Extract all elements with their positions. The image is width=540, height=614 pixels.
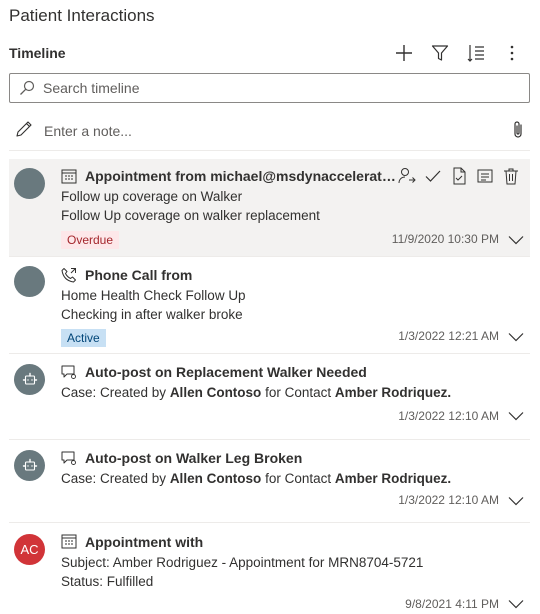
contact-name[interactable]: Amber Rodriquez. xyxy=(335,385,451,400)
item-title[interactable]: Auto-post on Walker Leg Broken xyxy=(85,450,505,466)
item-line: Home Health Check Follow Up xyxy=(61,288,246,303)
save-button[interactable] xyxy=(450,167,468,185)
more-options-icon xyxy=(510,45,514,61)
item-line: Case: Created by Allen Contoso for Conta… xyxy=(61,471,452,486)
assign-icon xyxy=(398,168,416,184)
more-options-button[interactable] xyxy=(501,42,523,64)
delete-icon xyxy=(504,168,518,185)
search-input[interactable] xyxy=(43,78,513,98)
phone-icon xyxy=(61,268,76,283)
avatar xyxy=(14,168,45,199)
search-icon xyxy=(20,80,35,95)
item-date: 9/8/2021 4:11 PM xyxy=(405,597,499,611)
item-line: Case: Created by Allen Contoso for Conta… xyxy=(61,385,452,400)
note-input[interactable] xyxy=(44,121,484,141)
checkmark-icon xyxy=(425,170,441,182)
avatar: AC xyxy=(14,534,45,565)
item-title[interactable]: Appointment from michael@msdynaccelerato… xyxy=(85,168,397,184)
sort-icon xyxy=(467,45,484,62)
open-record-button[interactable] xyxy=(476,167,494,185)
chevron-down-icon[interactable] xyxy=(508,235,524,245)
timeline-item[interactable]: Auto-post on Walker Leg Broken Case: Cre… xyxy=(9,441,530,523)
person-name[interactable]: Allen Contoso xyxy=(170,385,262,400)
note-divider xyxy=(9,150,530,151)
timeline-item[interactable]: AC Appointment with Subject: Amber Rodri… xyxy=(9,524,530,614)
complete-button[interactable] xyxy=(424,167,442,185)
assign-button[interactable] xyxy=(398,167,416,185)
contact-name[interactable]: Amber Rodriquez. xyxy=(335,471,451,486)
page-title: Patient Interactions xyxy=(9,6,155,25)
filter-icon xyxy=(431,45,449,61)
add-icon xyxy=(396,45,412,61)
bot-icon xyxy=(22,458,37,471)
item-line: Status: Fulfilled xyxy=(61,574,154,589)
add-button[interactable] xyxy=(393,42,415,64)
post-icon xyxy=(61,451,76,465)
chevron-down-icon[interactable] xyxy=(508,411,524,421)
chevron-down-icon[interactable] xyxy=(508,599,524,609)
item-line: Subject: Amber Rodriguez - Appointment f… xyxy=(61,555,424,570)
avatar xyxy=(14,266,45,297)
status-badge: Overdue xyxy=(61,231,120,249)
item-title[interactable]: Phone Call from xyxy=(85,267,385,283)
item-line: Follow up coverage on Walker xyxy=(61,189,243,204)
item-title[interactable]: Appointment with xyxy=(85,534,385,550)
sort-button[interactable] xyxy=(465,42,487,64)
bot-icon xyxy=(22,372,37,385)
open-record-icon xyxy=(477,169,493,183)
timeline-item[interactable]: Phone Call from Home Health Check Follow… xyxy=(9,258,530,354)
item-date: 11/9/2020 10:30 PM xyxy=(391,232,499,246)
item-date: 1/3/2022 12:10 AM xyxy=(398,493,499,507)
avatar xyxy=(14,364,45,395)
item-title[interactable]: Auto-post on Replacement Walker Needed xyxy=(85,364,505,380)
status-badge: Active xyxy=(61,329,106,347)
search-box xyxy=(9,73,530,103)
attachment-icon[interactable] xyxy=(510,120,526,140)
avatar xyxy=(14,450,45,481)
timeline-item[interactable]: Auto-post on Replacement Walker Needed C… xyxy=(9,355,530,440)
person-name[interactable]: Allen Contoso xyxy=(170,471,262,486)
item-date: 1/3/2022 12:10 AM xyxy=(398,409,499,423)
item-line: Checking in after walker broke xyxy=(61,307,243,322)
delete-button[interactable] xyxy=(502,167,520,185)
filter-button[interactable] xyxy=(429,42,451,64)
post-icon xyxy=(61,365,76,379)
calendar-icon xyxy=(61,169,77,184)
timeline-label: Timeline xyxy=(9,45,66,61)
calendar-icon xyxy=(61,534,77,549)
chevron-down-icon[interactable] xyxy=(508,496,524,506)
item-actions xyxy=(398,167,524,187)
item-date: 1/3/2022 12:21 AM xyxy=(398,329,499,343)
timeline-item[interactable]: Appointment from michael@msdynaccelerato… xyxy=(9,159,530,257)
timeline-header: Timeline xyxy=(9,45,530,65)
item-line: Follow Up coverage on walker replacement xyxy=(61,208,320,223)
pencil-icon xyxy=(16,121,32,137)
chevron-down-icon[interactable] xyxy=(508,332,524,342)
document-check-icon xyxy=(453,167,466,185)
note-row xyxy=(9,116,530,146)
